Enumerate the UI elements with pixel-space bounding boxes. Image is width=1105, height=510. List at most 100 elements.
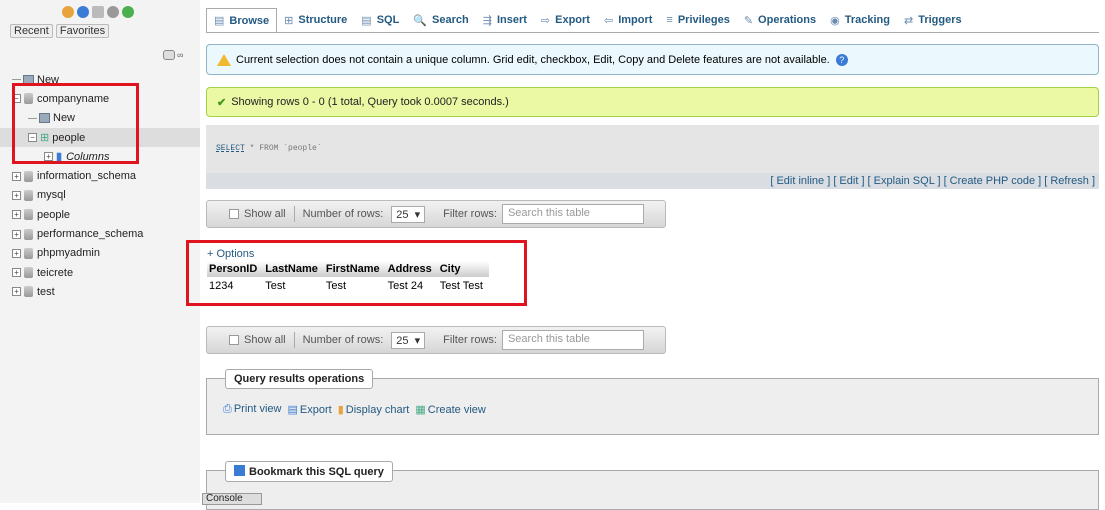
success-message: ✔ Showing rows 0 - 0 (1 total, Query too…	[206, 87, 1099, 117]
filter-input[interactable]: Search this table	[501, 204, 644, 224]
export-icon: ⇨	[540, 14, 551, 27]
database-icon	[24, 247, 33, 259]
tab-privileges[interactable]: ≡ Privileges	[659, 8, 736, 32]
tab-structure[interactable]: ⊞ Structure	[277, 8, 354, 32]
structure-icon: ⊞	[284, 14, 294, 27]
rows-select[interactable]: 25 ▾	[391, 331, 426, 349]
sql-links[interactable]: [ Edit inline ] [ Edit ] [ Explain SQL ]…	[206, 173, 1099, 189]
favorites-tab[interactable]: Favorites	[55, 24, 110, 38]
tab-triggers[interactable]: ⇄ Triggers	[897, 8, 969, 32]
highlight-sidebar-box	[12, 83, 139, 164]
qro-link-print-view[interactable]: ⎙ Print view	[223, 403, 282, 416]
insert-icon: ⇶	[482, 14, 492, 27]
browse-icon: ▤	[214, 15, 225, 27]
bookmark-section: Bookmark this SQL query	[206, 461, 1099, 510]
tree-node-performance-schema[interactable]: + performance_schema	[0, 224, 200, 243]
database-icon	[24, 267, 33, 279]
navigation-panel: Recent Favorites ∞ New − companyname New − ⊞ p…	[0, 0, 200, 503]
tree-node-label[interactable]: test	[37, 286, 55, 298]
tree-node-teicrete[interactable]: + teicrete	[0, 263, 200, 282]
show-all-checkbox[interactable]	[229, 335, 239, 345]
tree-node-label[interactable]: teicrete	[37, 267, 73, 279]
home-icon[interactable]	[62, 6, 74, 18]
tree-node-test[interactable]: + test	[0, 282, 200, 301]
rows-label: Number of rows:	[302, 334, 384, 346]
tracking-icon: ◉	[830, 14, 840, 27]
tab-insert[interactable]: ⇶ Insert	[476, 8, 534, 32]
expand-icon[interactable]: +	[12, 190, 21, 200]
database-icon	[24, 209, 33, 221]
operations-icon: ✎	[743, 14, 754, 27]
logout-icon[interactable]	[77, 6, 89, 18]
notice-message: Current selection does not contain a uni…	[206, 44, 1099, 75]
check-icon: ✔	[217, 96, 227, 109]
print-view-icon: ⎙	[223, 403, 232, 415]
tree-node-information-schema[interactable]: + information_schema	[0, 166, 200, 185]
sql-icon: ▤	[361, 14, 372, 27]
show-all-label: Show all	[244, 334, 286, 346]
database-icon	[24, 170, 33, 182]
tab-search[interactable]: 🔍 Search	[406, 8, 475, 32]
highlight-results-box	[186, 240, 527, 306]
tree-node-phpmyadmin[interactable]: + phpmyadmin	[0, 244, 200, 263]
help-icon[interactable]: ?	[835, 53, 848, 66]
import-icon: ⇦	[603, 14, 614, 27]
filter-label: Filter rows:	[443, 208, 497, 220]
tree-node-people[interactable]: + people	[0, 205, 200, 224]
tab-browse[interactable]: ▤ Browse	[206, 8, 278, 32]
export-icon: ▤	[287, 404, 298, 416]
qro-link-export[interactable]: ▤ Export	[288, 403, 332, 416]
sql-query-text: SELECT * FROM `people`	[216, 144, 322, 153]
expand-icon[interactable]: +	[12, 210, 21, 220]
recent-tab[interactable]: Recent	[10, 24, 53, 38]
privileges-icon: ≡	[666, 14, 673, 26]
tab-sql[interactable]: ▤ SQL	[354, 8, 406, 32]
tab-import[interactable]: ⇦ Import	[597, 8, 659, 32]
tree-node-label[interactable]: information_schema	[37, 170, 136, 182]
show-all-checkbox[interactable]	[229, 209, 239, 219]
warning-icon	[217, 53, 231, 66]
rows-label: Number of rows:	[302, 208, 384, 220]
search-icon: 🔍	[413, 14, 428, 27]
expand-icon[interactable]: +	[12, 287, 21, 297]
qro-link-create-view[interactable]: ▦ Create view	[415, 403, 485, 416]
tree-node-label[interactable]: people	[37, 209, 70, 221]
docs-icon[interactable]	[92, 6, 104, 18]
bookmark-icon	[234, 465, 245, 476]
database-icon	[24, 189, 33, 201]
filter-label: Filter rows:	[443, 334, 497, 346]
tree-node-label[interactable]: performance_schema	[37, 228, 143, 240]
nav-icons	[62, 6, 134, 18]
rows-select[interactable]: 25 ▾	[391, 205, 426, 223]
reload-icon[interactable]	[122, 6, 134, 18]
tree-node-mysql[interactable]: + mysql	[0, 186, 200, 205]
tab-export[interactable]: ⇨ Export	[534, 8, 597, 32]
expand-icon[interactable]: +	[12, 171, 21, 181]
database-icon	[24, 286, 33, 298]
qro-legend: Query results operations	[225, 369, 374, 389]
qro-link-display-chart[interactable]: ▮ Display chart	[338, 403, 410, 416]
tab-bar: ▤ Browse ⊞ Structure ▤ SQL 🔍 Search ⇶ Insert ⇨ Expo…	[206, 8, 969, 32]
show-all-label: Show all	[244, 208, 286, 220]
display-chart-icon: ▮	[337, 404, 344, 416]
bookmark-legend[interactable]: Bookmark this SQL query	[225, 461, 393, 482]
filter-input[interactable]: Search this table	[501, 330, 644, 350]
expand-icon[interactable]: +	[12, 229, 21, 239]
sql-query-box: SELECT * FROM `people`	[206, 125, 1099, 173]
expand-icon[interactable]: +	[12, 268, 21, 278]
link-icon[interactable]: ∞	[177, 50, 189, 60]
settings-icon[interactable]	[107, 6, 119, 18]
tree-node-label[interactable]: mysql	[37, 189, 66, 201]
navigation-bar-top: Show all Number of rows: 25 ▾ Filter row…	[206, 200, 666, 228]
create-view-icon: ▦	[415, 404, 426, 416]
query-results-operations: Query results operations ⎙ Print view ▤ Exp…	[206, 369, 1099, 435]
tab-tracking[interactable]: ◉ Tracking	[823, 8, 897, 32]
tree-node-label[interactable]: phpmyadmin	[37, 247, 100, 259]
navigation-bar-bottom: Show all Number of rows: 25 ▾ Filter row…	[206, 326, 666, 354]
expand-icon[interactable]: +	[12, 248, 21, 258]
tab-operations[interactable]: ✎ Operations	[737, 8, 823, 32]
collapse-all-icon[interactable]	[163, 50, 175, 60]
database-icon	[24, 228, 33, 240]
triggers-icon: ⇄	[903, 14, 914, 27]
console-tab[interactable]: Console	[202, 493, 262, 505]
